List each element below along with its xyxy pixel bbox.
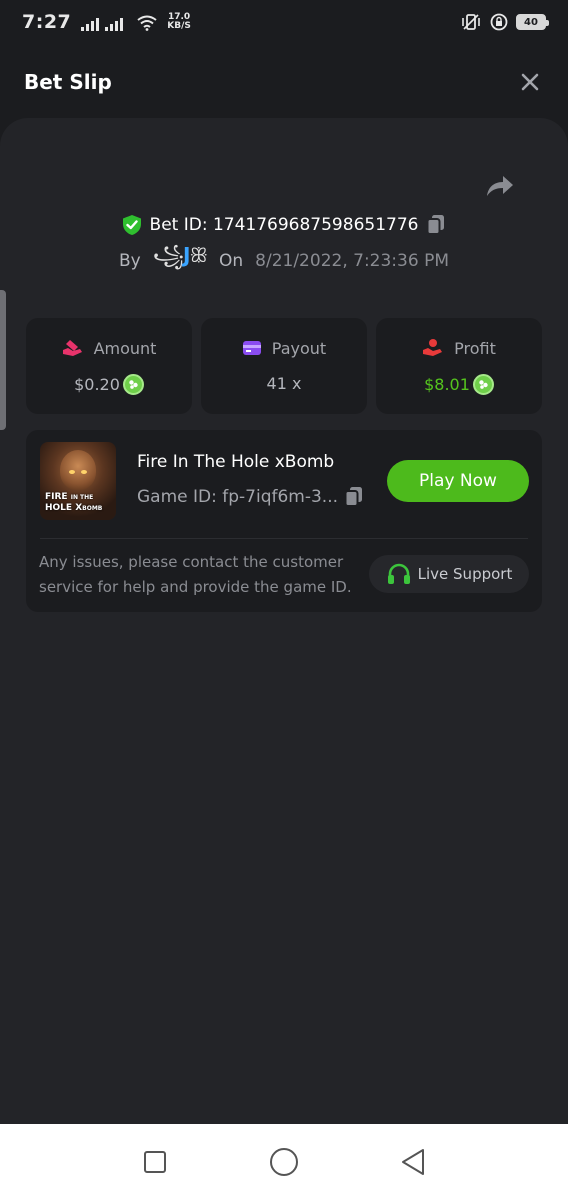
coin-icon — [472, 374, 494, 395]
profit-hand-icon — [423, 339, 443, 356]
circle-icon — [269, 1148, 298, 1176]
verified-shield-icon — [122, 215, 141, 235]
status-bar: 7:27 17.0 KB/S 40 — [0, 0, 568, 44]
coin-icon — [122, 374, 144, 395]
copy-game-id-button[interactable] — [344, 486, 364, 508]
username[interactable]: ꧁Jꕥ — [152, 241, 208, 281]
signal-icon — [105, 17, 124, 31]
close-button[interactable] — [516, 68, 544, 96]
battery-icon: 40 — [516, 14, 549, 30]
share-button[interactable] — [484, 172, 516, 200]
stat-value: $8.01 — [424, 374, 494, 395]
stat-header: Profit — [422, 336, 496, 360]
thumb-logo-text: HOLE X — [45, 503, 83, 513]
game-name: Fire In The Hole xBomb — [137, 452, 335, 472]
net-speed-unit: KB/S — [167, 21, 191, 31]
square-icon — [143, 1151, 166, 1173]
system-nav-bar — [0, 1124, 568, 1200]
profit-value: $8.01 — [424, 375, 470, 394]
vibrate-icon — [462, 14, 480, 30]
thumb-logo-text: IN THE — [70, 494, 94, 501]
bet-author-row: By ꧁Jꕥ On 8/21/2022, 7:23:36 PM — [0, 243, 568, 276]
signal-indicators: 17.0 KB/S — [81, 13, 191, 31]
close-icon — [521, 73, 539, 91]
amount-value: $0.20 — [74, 375, 120, 394]
thumb-logo-text: BOMB — [82, 505, 103, 512]
wifi-icon — [137, 15, 157, 31]
thumb-eye — [81, 470, 87, 474]
copy-icon — [426, 215, 445, 235]
stat-value: 41 x — [267, 374, 302, 393]
header: Bet Slip — [0, 44, 568, 120]
game-id: Game ID: fp-7iqf6m-3... — [137, 487, 339, 507]
stat-value: $0.20 — [74, 374, 144, 395]
copy-icon — [344, 487, 363, 507]
game-thumbnail-logo: FIRE IN THE HOLE XBOMB — [45, 492, 102, 514]
game-thumbnail-character — [60, 450, 96, 490]
copy-bet-id-button[interactable] — [426, 214, 446, 236]
back-triangle-icon — [402, 1149, 425, 1175]
headset-icon — [387, 563, 410, 584]
play-now-button[interactable]: Play Now — [387, 460, 529, 502]
on-label: On — [219, 251, 244, 271]
stat-card-payout: Payout 41 x — [201, 318, 367, 414]
home-button[interactable] — [264, 1142, 304, 1182]
live-support-label: Live Support — [417, 565, 513, 583]
back-button[interactable] — [393, 1142, 433, 1182]
share-icon — [487, 176, 513, 196]
game-thumbnail[interactable]: FIRE IN THE HOLE XBOMB — [40, 442, 116, 520]
recent-apps-button[interactable] — [135, 1142, 175, 1182]
game-id-row: Game ID: fp-7iqf6m-3... — [137, 486, 364, 508]
bet-date: 8/21/2022, 7:23:36 PM — [255, 251, 449, 271]
stat-card-profit: Profit $8.01 — [376, 318, 542, 414]
signal-icon — [81, 17, 100, 31]
help-text: Any issues, please contact the customer … — [39, 553, 352, 596]
divider — [40, 538, 528, 539]
side-drawer-handle[interactable] — [0, 290, 6, 430]
stat-label: Profit — [454, 338, 496, 358]
stat-card-amount: Amount $0.20 — [26, 318, 192, 414]
status-right: 40 — [460, 13, 549, 31]
payout-value: 41 x — [266, 374, 302, 393]
money-hand-icon — [62, 340, 82, 356]
bet-id-row: Bet ID: 1741769687598651776 — [0, 210, 568, 240]
stat-header: Payout — [242, 336, 326, 360]
by-label: By — [119, 251, 141, 271]
lock-rotation-icon — [490, 13, 508, 31]
bet-id: Bet ID: 1741769687598651776 — [149, 215, 419, 235]
stat-header: Amount — [62, 336, 157, 360]
username-part: ꕥ — [189, 243, 208, 267]
battery-level: 40 — [524, 16, 538, 28]
status-time: 7:27 — [22, 11, 72, 33]
stat-label: Amount — [93, 338, 157, 358]
username-part: ꧁ — [152, 243, 184, 267]
thumb-eye — [69, 470, 75, 474]
live-support-button[interactable]: Live Support — [369, 555, 529, 593]
bet-stats: Amount $0.20 Payout 41 x Profit $8.01 — [26, 318, 542, 414]
page-title: Bet Slip — [24, 70, 112, 94]
game-card: FIRE IN THE HOLE XBOMB Fire In The Hole … — [26, 430, 542, 612]
stat-label: Payout — [271, 338, 327, 358]
thumb-logo-text: FIRE — [45, 492, 68, 502]
net-speed: 17.0 KB/S — [167, 13, 191, 31]
wallet-card-icon — [242, 341, 261, 355]
